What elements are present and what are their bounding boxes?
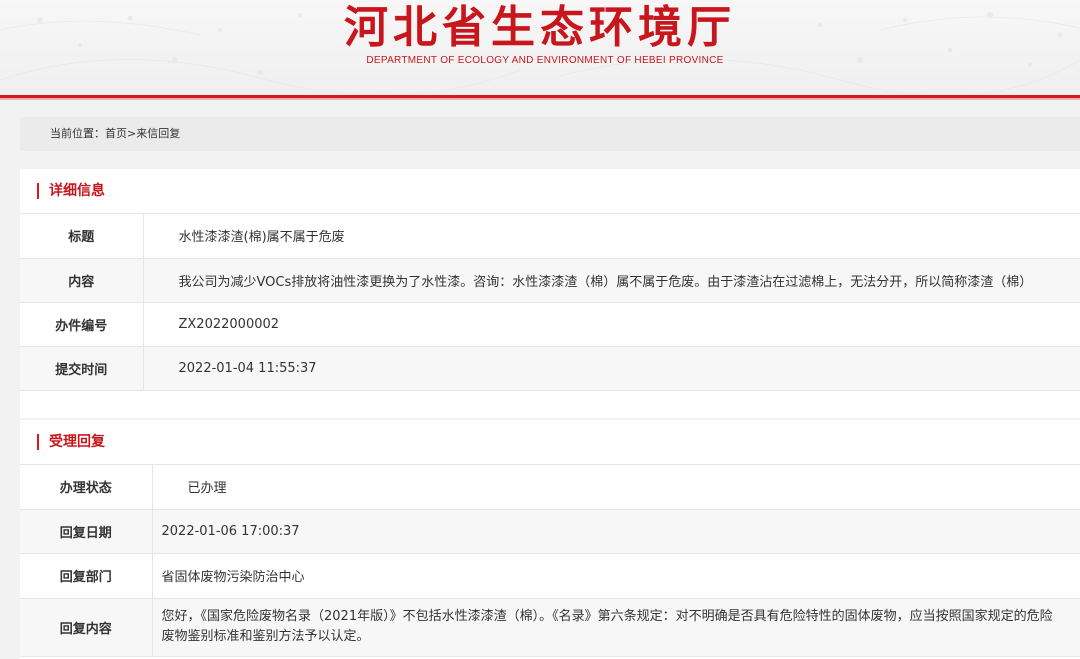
site-header: 河北省生态环境厅 DEPARTMENT OF ECOLOGY AND ENVIR…: [0, 0, 1080, 96]
detail-label: 标题: [20, 214, 144, 259]
reply-label: 回复日期: [20, 509, 153, 554]
reply-row-department: 回复部门 省固体废物污染防治中心: [20, 553, 1080, 599]
reply-row-content: 回复内容 您好，《国家危险废物名录（2021年版）》不包括水性漆漆渣（棉）。《名…: [20, 598, 1080, 657]
section-marker: [37, 183, 39, 199]
breadcrumb-home-link[interactable]: 首页: [105, 127, 127, 140]
detail-row-submit-time: 提交时间 2022-01-04 11:55:37: [20, 346, 1080, 391]
detail-value-title: 水性漆漆渣(棉)属不属于危废: [143, 214, 1080, 259]
reply-label: 回复部门: [20, 553, 153, 599]
site-subtitle: DEPARTMENT OF ECOLOGY AND ENVIRONMENT OF…: [366, 55, 724, 66]
detail-panel: 详细信息 标题 水性漆漆渣(棉)属不属于危废 内容 我公司为减少VOCs排放将油…: [20, 169, 1080, 418]
breadcrumb-current-link[interactable]: 来信回复: [136, 127, 180, 140]
detail-label: 办件编号: [20, 302, 144, 347]
reply-label: 办理状态: [20, 465, 153, 510]
detail-row-content: 内容 我公司为减少VOCs排放将油性漆更换为了水性漆。咨询：水性漆漆渣（棉）属不…: [20, 258, 1080, 303]
detail-heading: 详细信息: [49, 183, 105, 199]
detail-label: 提交时间: [20, 346, 144, 391]
reply-label: 回复内容: [20, 598, 153, 657]
reply-row-date: 回复日期 2022-01-06 17:00:37: [20, 509, 1080, 554]
detail-panel-header: 详细信息: [20, 169, 1080, 214]
section-marker: [37, 434, 39, 450]
detail-label: 内容: [20, 258, 144, 303]
reply-value-date: 2022-01-06 17:00:37: [152, 509, 1080, 554]
reply-heading: 受理回复: [49, 434, 105, 450]
breadcrumb-prefix: 当前位置：: [50, 127, 105, 140]
detail-value-submit-time: 2022-01-04 11:55:37: [143, 346, 1080, 391]
status-value: 已办理: [152, 465, 1080, 510]
reply-value-content: 您好，《国家危险废物名录（2021年版）》不包括水性漆漆渣（棉）。《名录》第六条…: [152, 598, 1080, 657]
reply-panel: 受理回复 办理状态 已办理 回复日期 2022-01-06 17:00:37 回…: [20, 420, 1080, 659]
site-title: 河北省生态环境厅: [344, 2, 736, 53]
reply-row-status: 办理状态 已办理: [20, 465, 1080, 510]
detail-row-case-number: 办件编号 ZX2022000002: [20, 302, 1080, 347]
detail-row-title: 标题 水性漆漆渣(棉)属不属于危废: [20, 214, 1080, 259]
breadcrumb-separator: >: [127, 127, 137, 140]
reply-table: 办理状态 已办理 回复日期 2022-01-06 17:00:37 回复部门 省…: [20, 465, 1080, 657]
breadcrumb: 当前位置：首页>来信回复: [20, 117, 1080, 151]
detail-value-case-number: ZX2022000002: [143, 302, 1080, 347]
header-divider-shadow: [0, 98, 1080, 100]
reply-panel-header: 受理回复: [20, 420, 1080, 465]
detail-table: 标题 水性漆漆渣(棉)属不属于危废 内容 我公司为减少VOCs排放将油性漆更换为…: [20, 214, 1080, 391]
reply-value-department: 省固体废物污染防治中心: [152, 553, 1080, 599]
detail-value-content: 我公司为减少VOCs排放将油性漆更换为了水性漆。咨询：水性漆漆渣（棉）属不属于危…: [143, 258, 1080, 303]
